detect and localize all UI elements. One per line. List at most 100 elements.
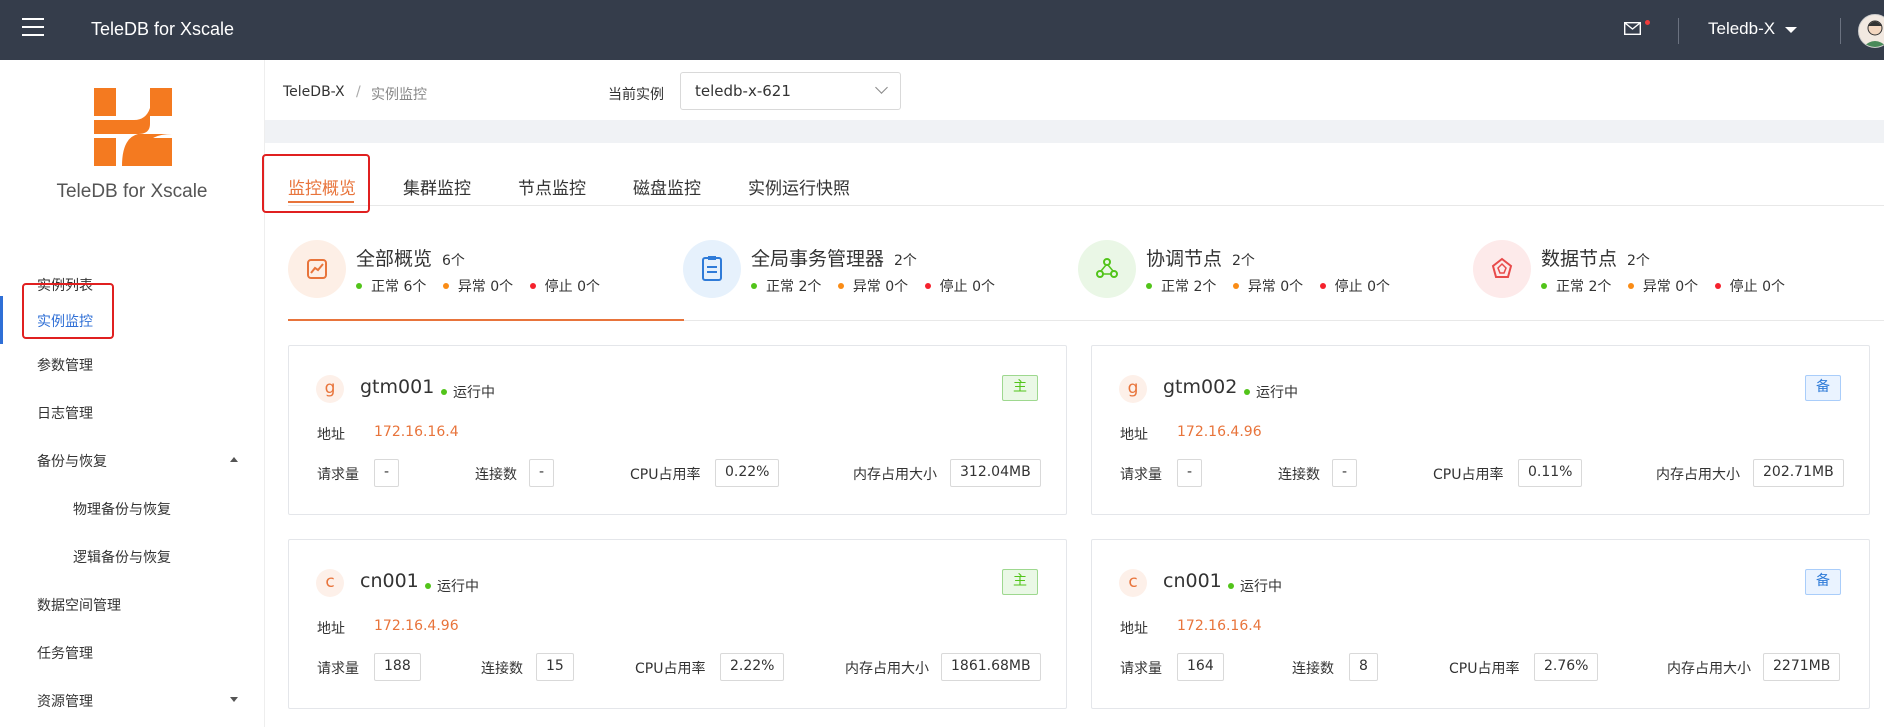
- logo-text: TeleDB for Xscale: [56, 181, 208, 202]
- app-title: TeleDB for Xscale: [91, 19, 235, 39]
- sidebar-item-physical-backup[interactable]: 物理备份与恢复: [0, 484, 264, 532]
- teledb-logo-icon: [94, 88, 172, 166]
- instance-select-value: teledb-x-621: [695, 82, 791, 100]
- normal-count: 正常 2个: [766, 279, 822, 295]
- tab-cluster[interactable]: 集群监控: [403, 174, 471, 199]
- requests-value: -: [374, 459, 400, 487]
- abnormal-dot: [1232, 283, 1239, 289]
- tab-snapshot[interactable]: 实例运行快照: [748, 174, 850, 199]
- connections-label: 连接数: [481, 661, 523, 677]
- user-menu[interactable]: Teledb-X: [1708, 19, 1798, 39]
- abnormal-count: 异常 0个: [852, 279, 909, 295]
- summary-count: 2个: [894, 253, 917, 269]
- sidebar-item-label: 任务管理: [37, 646, 93, 662]
- summary-datanode[interactable]: 数据节点 2个 正常 2个 异常 0个 停止 0个: [1473, 240, 1868, 320]
- requests-label: 请求量: [317, 661, 359, 677]
- stopped-count: 停止 0个: [1334, 279, 1390, 295]
- role-badge: 备: [1805, 569, 1841, 595]
- sidebar-item-parameters[interactable]: 参数管理: [0, 340, 264, 388]
- stopped-count: 停止 0个: [939, 279, 995, 295]
- tab-node[interactable]: 节点监控: [518, 174, 586, 199]
- abnormal-count: 异常 0个: [1642, 279, 1699, 295]
- menu-icon[interactable]: [22, 18, 44, 40]
- node-type-badge: g: [1119, 375, 1147, 403]
- tab-disk[interactable]: 磁盘监控: [633, 174, 701, 199]
- sidebar-item-logical-backup[interactable]: 逻辑备份与恢复: [0, 532, 264, 580]
- status-dot: [1244, 389, 1250, 395]
- node-type-badge: g: [316, 375, 344, 403]
- summary-count: 2个: [1627, 253, 1650, 269]
- summary-divider: [684, 320, 1884, 321]
- node-name: cn001: [1163, 570, 1222, 592]
- caret-up-icon: [230, 457, 238, 462]
- abnormal-dot: [442, 283, 449, 289]
- sidebar-item-tasks[interactable]: 任务管理: [0, 628, 264, 676]
- stopped-dot: [924, 283, 931, 289]
- cpu-label: CPU占用率: [1433, 467, 1504, 483]
- summary-coordinator[interactable]: 协调节点 2个 正常 2个 异常 0个 停止 0个: [1078, 240, 1473, 320]
- stopped-count: 停止 0个: [1729, 279, 1785, 295]
- stopped-dot: [1714, 283, 1721, 289]
- stopped-count: 停止 0个: [544, 279, 600, 295]
- chart-icon: [288, 240, 346, 298]
- node-name: gtm002: [1163, 376, 1238, 398]
- node-card[interactable]: c cn001 运行中 备 地址 172.16.16.4 请求量 164 连接数…: [1091, 539, 1870, 709]
- requests-label: 请求量: [317, 467, 359, 483]
- node-type-badge: c: [1119, 569, 1147, 597]
- summary-title: 协调节点: [1146, 248, 1223, 270]
- stopped-dot: [1319, 283, 1326, 289]
- tabs-divider: [288, 205, 1884, 206]
- caret-down-icon: [1785, 26, 1798, 33]
- instance-select[interactable]: teledb-x-621: [680, 72, 901, 110]
- cpu-label: CPU占用率: [630, 467, 701, 483]
- highlight-box: [262, 154, 370, 213]
- node-card[interactable]: c cn001 运行中 主 地址 172.16.4.96 请求量 188 连接数…: [288, 539, 1067, 709]
- summary-title: 数据节点: [1541, 248, 1618, 270]
- node-card[interactable]: g gtm001 运行中 主 地址 172.16.16.4 请求量 - 连接数 …: [288, 345, 1067, 515]
- sidebar-item-data-space[interactable]: 数据空间管理: [0, 580, 264, 628]
- active-indicator: [0, 296, 3, 344]
- nodes-icon: [1078, 240, 1136, 298]
- sidebar-item-logs[interactable]: 日志管理: [0, 388, 264, 436]
- breadcrumb-current: 实例监控: [371, 87, 427, 103]
- mail-icon[interactable]: [1624, 22, 1641, 35]
- cpu-value: 0.22%: [715, 459, 780, 487]
- summary-gtm[interactable]: 全局事务管理器 2个 正常 2个 异常 0个 停止 0个: [683, 240, 1078, 320]
- status-text: 运行中: [437, 579, 479, 595]
- status-text: 运行中: [1256, 385, 1298, 401]
- notification-dot: [1645, 20, 1650, 25]
- breadcrumb-root[interactable]: TeleDB-X: [283, 84, 345, 100]
- summary-count: 2个: [1232, 253, 1255, 269]
- connections-value: 8: [1349, 653, 1378, 681]
- abnormal-count: 异常 0个: [457, 279, 514, 295]
- role-badge: 备: [1805, 375, 1841, 401]
- cpu-label: CPU占用率: [1449, 661, 1520, 677]
- divider: [1840, 18, 1841, 44]
- breadcrumb: [265, 60, 1884, 120]
- sidebar-item-label: 逻辑备份与恢复: [73, 550, 171, 566]
- sidebar-item-label: 资源管理: [37, 694, 93, 710]
- sidebar-item-resources[interactable]: 资源管理: [0, 676, 264, 724]
- user-name: Teledb-X: [1708, 19, 1776, 38]
- address-label: 地址: [1120, 427, 1148, 443]
- status-text: 运行中: [453, 385, 495, 401]
- requests-value: 188: [374, 653, 421, 681]
- memory-value: 312.04MB: [950, 459, 1041, 487]
- clipboard-icon: [683, 240, 741, 298]
- requests-value: 164: [1177, 653, 1224, 681]
- summary-count: 6个: [442, 253, 465, 269]
- abnormal-dot: [1627, 283, 1634, 289]
- connections-label: 连接数: [1278, 467, 1320, 483]
- summary-all[interactable]: 全部概览 6个 正常 6个 异常 0个 停止 0个: [288, 240, 683, 320]
- abnormal-count: 异常 0个: [1247, 279, 1304, 295]
- sidebar-item-backup[interactable]: 备份与恢复: [0, 436, 264, 484]
- pentagon-icon: [1473, 240, 1531, 298]
- abnormal-dot: [837, 283, 844, 289]
- status-dot: [425, 583, 431, 589]
- sidebar-item-label: 日志管理: [37, 406, 93, 422]
- node-card[interactable]: g gtm002 运行中 备 地址 172.16.4.96 请求量 - 连接数 …: [1091, 345, 1870, 515]
- cpu-value: 0.11%: [1518, 459, 1583, 487]
- address-value: 172.16.4.96: [374, 618, 459, 634]
- avatar[interactable]: [1858, 14, 1884, 48]
- caret-down-icon: [230, 697, 238, 702]
